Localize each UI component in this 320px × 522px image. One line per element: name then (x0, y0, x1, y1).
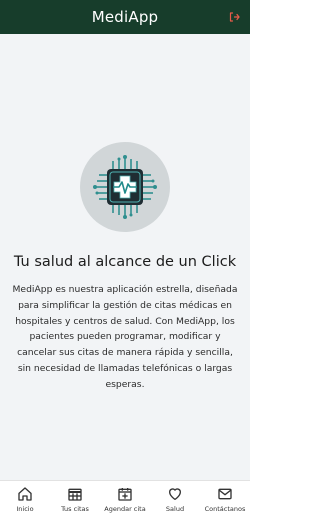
nav-item-inicio[interactable]: Inicio (1, 486, 49, 513)
nav-label-inicio: Inicio (16, 505, 34, 513)
nav-item-contactanos[interactable]: Contáctanos (201, 486, 249, 513)
medical-chip-logo (80, 142, 170, 232)
nav-item-agendar-cita[interactable]: Agendar cita (101, 486, 149, 513)
home-icon (18, 487, 32, 501)
app-screen: MediApp Tu salud al alcance de un Click … (0, 0, 250, 522)
nav-item-salud[interactable]: Salud (151, 486, 199, 513)
app-bar: MediApp (0, 0, 250, 34)
nav-label-agendar-cita: Agendar cita (104, 505, 146, 513)
home-content: Tu salud al alcance de un Click MediApp … (0, 34, 250, 480)
logout-icon[interactable] (226, 9, 242, 25)
headline: Tu salud al alcance de un Click (13, 254, 237, 270)
heart-icon (169, 488, 181, 500)
nav-label-salud: Salud (165, 505, 185, 513)
nav-item-tus-citas[interactable]: Tus citas (51, 486, 99, 513)
app-description: MediApp es nuestra aplicación estrella, … (12, 284, 238, 390)
nav-label-tus-citas: Tus citas (61, 505, 89, 513)
nav-label-contactanos: Contáctanos (204, 505, 246, 513)
calendar-grid-icon (68, 488, 82, 501)
mail-icon (218, 488, 232, 500)
app-title: MediApp (91, 8, 159, 26)
calendar-add-icon (118, 488, 132, 501)
bottom-navigation: Inicio Tus citas Agendar cita Salud Cont… (0, 480, 250, 522)
